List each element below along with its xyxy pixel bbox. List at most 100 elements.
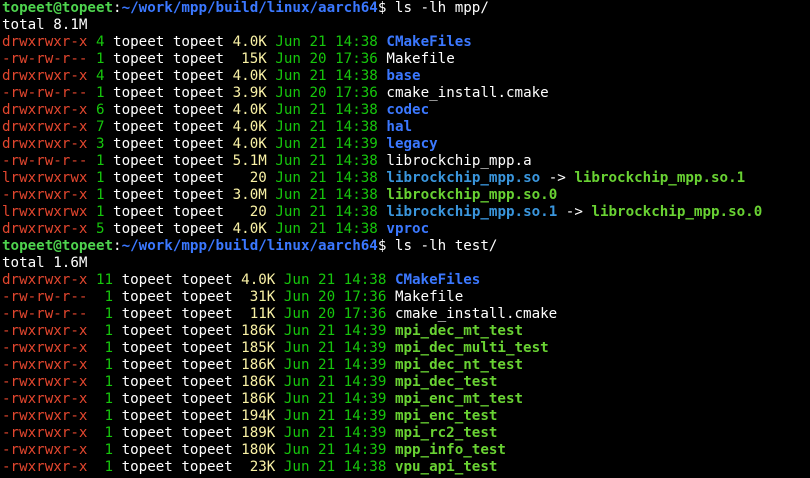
prompt-colon: : [113, 0, 122, 16]
file-size: 4.0K [232, 119, 267, 135]
file-size: 15K [232, 51, 267, 67]
file-size: 11K [241, 306, 276, 322]
modified-date: Jun 21 14:39 [275, 357, 395, 373]
file-size: 3.9K [232, 85, 267, 101]
file-size: 189K [241, 425, 276, 441]
list-item: -rw-rw-r-- 1 topeet topeet 15K Jun 20 17… [2, 51, 810, 68]
owner-group: topeet topeet [113, 391, 242, 407]
file-size: 186K [241, 323, 276, 339]
modified-date: Jun 21 14:38 [275, 459, 395, 475]
modified-date: Jun 21 14:38 [266, 119, 387, 135]
list-item: drwxrwxr-x 5 topeet topeet 4.0K Jun 21 1… [2, 221, 810, 238]
file-permissions: drwxrwxr-x [2, 272, 88, 288]
modified-date: Jun 21 14:39 [275, 374, 395, 390]
file-size: 185K [241, 340, 276, 356]
file-name: mpi_enc_test [394, 408, 498, 424]
file-name: CMakeFiles [386, 34, 472, 50]
link-count: 11 [87, 272, 114, 288]
file-permissions: drwxrwxr-x [2, 102, 88, 118]
file-size: 194K [241, 408, 276, 424]
file-permissions: drwxrwxr-x [2, 136, 88, 152]
link-count: 1 [87, 51, 105, 67]
file-permissions: -rw-rw-r-- [2, 51, 88, 67]
file-name: Makefile [394, 289, 464, 305]
file-permissions: -rw-rw-r-- [2, 306, 88, 322]
list-item: -rwxrwxr-x 1 topeet topeet 186K Jun 21 1… [2, 323, 810, 340]
prompt-path: ~/work/mpp/build/linux/aarch64 [121, 0, 378, 16]
list-item: -rw-rw-r-- 1 topeet topeet 5.1M Jun 21 1… [2, 153, 810, 170]
prompt-colon: : [113, 238, 122, 254]
list-item: -rwxrwxr-x 1 topeet topeet 189K Jun 21 1… [2, 425, 810, 442]
file-size: 186K [241, 391, 276, 407]
link-count: 1 [87, 357, 114, 373]
file-permissions: -rwxrwxr-x [2, 187, 88, 203]
file-size: 4.0K [232, 102, 267, 118]
modified-date: Jun 21 14:38 [266, 204, 387, 220]
file-size: 31K [241, 289, 276, 305]
list-item: -rwxrwxr-x 1 topeet topeet 180K Jun 21 1… [2, 442, 810, 459]
file-permissions: -rwxrwxr-x [2, 340, 88, 356]
file-permissions: -rwxrwxr-x [2, 391, 88, 407]
file-size: 4.0K [232, 136, 267, 152]
file-name: cmake_install.cmake [394, 306, 558, 322]
file-permissions: drwxrwxr-x [2, 68, 88, 84]
file-size: 4.0K [232, 68, 267, 84]
list-item: drwxrwxr-x 4 topeet topeet 4.0K Jun 21 1… [2, 68, 810, 85]
link-count: 1 [87, 391, 114, 407]
modified-date: Jun 21 14:38 [266, 68, 387, 84]
file-name: mpi_dec_mt_test [394, 323, 524, 339]
directory-listing-mpp: drwxrwxr-x 4 topeet topeet 4.0K Jun 21 1… [2, 34, 810, 238]
link-count: 1 [87, 340, 114, 356]
link-count: 1 [87, 170, 105, 186]
shell-prompt: topeet@topeet:~/work/mpp/build/linux/aar… [2, 238, 810, 255]
modified-date: Jun 21 14:39 [275, 442, 395, 458]
file-name: base [386, 68, 421, 84]
file-name: librockchip_mpp.a [386, 153, 532, 169]
file-size: 186K [241, 374, 276, 390]
terminal-window[interactable]: topeet@topeet:~/work/mpp/build/linux/aar… [0, 0, 810, 476]
list-item: drwxrwxr-x 3 topeet topeet 4.0K Jun 21 1… [2, 136, 810, 153]
owner-group: topeet topeet [104, 34, 233, 50]
link-count: 1 [87, 425, 114, 441]
file-size: 5.1M [232, 153, 267, 169]
owner-group: topeet topeet [104, 204, 233, 220]
owner-group: topeet topeet [113, 340, 242, 356]
total-line: total 8.1M [2, 17, 88, 33]
modified-date: Jun 21 14:38 [266, 221, 387, 237]
owner-group: topeet topeet [113, 289, 242, 305]
list-item: -rw-rw-r-- 1 topeet topeet 3.9K Jun 20 1… [2, 85, 810, 102]
file-permissions: -rwxrwxr-x [2, 442, 88, 458]
owner-group: topeet topeet [104, 119, 233, 135]
modified-date: Jun 21 14:38 [266, 102, 387, 118]
file-permissions: -rwxrwxr-x [2, 425, 88, 441]
owner-group: topeet topeet [113, 272, 242, 288]
modified-date: Jun 20 17:36 [266, 51, 387, 67]
file-permissions: -rw-rw-r-- [2, 85, 88, 101]
file-name: librockchip_mpp.so.1 [386, 204, 558, 220]
link-count: 1 [87, 187, 105, 203]
list-item: drwxrwxr-x 4 topeet topeet 4.0K Jun 21 1… [2, 34, 810, 51]
prompt-path: ~/work/mpp/build/linux/aarch64 [121, 238, 378, 254]
modified-date: Jun 21 14:39 [275, 408, 395, 424]
link-count: 1 [87, 153, 105, 169]
file-permissions: lrwxrwxrwx [2, 170, 88, 186]
symlink-target: librockchip_mpp.so.1 [574, 170, 746, 186]
file-permissions: -rwxrwxr-x [2, 374, 88, 390]
link-count: 1 [87, 459, 114, 475]
modified-date: Jun 21 14:38 [266, 170, 387, 186]
link-count: 1 [87, 85, 105, 101]
list-item: -rwxrwxr-x 1 topeet topeet 194K Jun 21 1… [2, 408, 810, 425]
total-line: total 1.6M [2, 255, 88, 271]
modified-date: Jun 21 14:38 [266, 153, 387, 169]
file-permissions: -rw-rw-r-- [2, 289, 88, 305]
modified-date: Jun 20 17:36 [266, 85, 387, 101]
owner-group: topeet topeet [113, 323, 242, 339]
file-permissions: -rwxrwxr-x [2, 459, 88, 475]
file-name: mpi_enc_mt_test [394, 391, 524, 407]
file-name: cmake_install.cmake [386, 85, 549, 101]
list-item: -rwxrwxr-x 1 topeet topeet 186K Jun 21 1… [2, 374, 810, 391]
symlink-arrow: -> [557, 204, 592, 220]
file-size: 4.0K [232, 221, 267, 237]
link-count: 3 [87, 136, 105, 152]
file-size: 186K [241, 357, 276, 373]
